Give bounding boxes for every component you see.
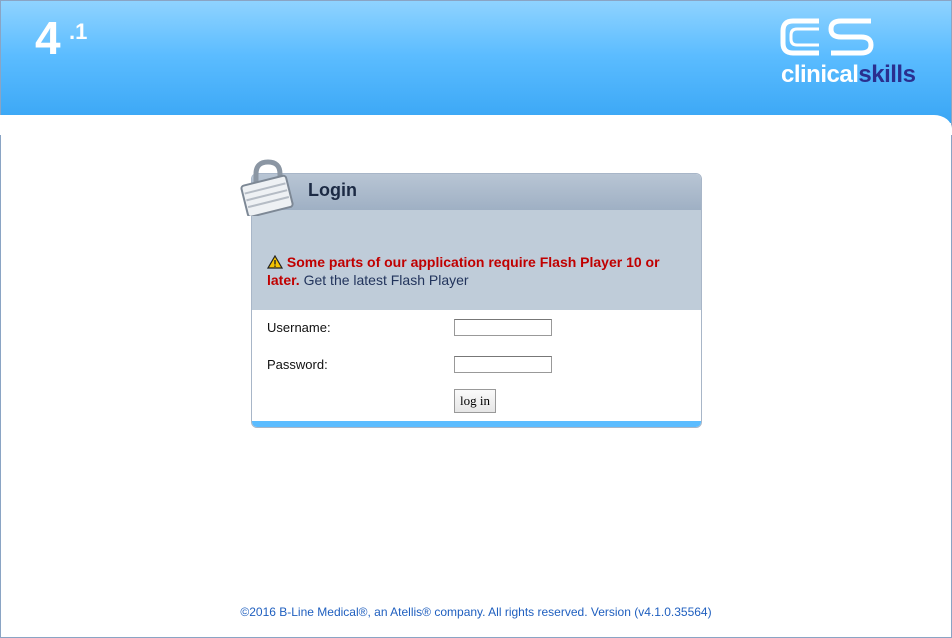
version-major: 4 xyxy=(35,12,61,64)
brand-logo: clinicalskills xyxy=(777,15,927,88)
username-label: Username: xyxy=(267,320,331,335)
version-logo: 4 .1 xyxy=(35,12,87,64)
padlock-icon xyxy=(240,159,294,216)
flash-warning-area: Some parts of our application require Fl… xyxy=(252,210,701,310)
cs-logo-mark-icon xyxy=(780,18,874,56)
warning-icon xyxy=(267,255,283,269)
login-panel-footer-bar xyxy=(252,421,701,427)
username-input[interactable] xyxy=(454,319,552,336)
header-banner: 4 .1 clinicalskills xyxy=(1,1,951,123)
password-input[interactable] xyxy=(454,356,552,373)
flash-download-link[interactable]: Get the latest Flash Player xyxy=(304,272,469,288)
flash-warning-message: Some parts of our application require Fl… xyxy=(267,253,687,289)
brand-wordmark: clinicalskills xyxy=(781,61,916,88)
copyright-footer: ©2016 B-Line Medical®, an Atellis® compa… xyxy=(240,605,712,619)
login-panel: Login Some parts of our application requ… xyxy=(251,173,702,428)
login-title: Login xyxy=(308,180,357,200)
version-minor: .1 xyxy=(69,19,88,44)
header-divider xyxy=(0,115,952,135)
password-label: Password: xyxy=(267,357,328,372)
login-button[interactable]: log in xyxy=(454,389,496,413)
login-title-bar: Login xyxy=(252,174,701,210)
